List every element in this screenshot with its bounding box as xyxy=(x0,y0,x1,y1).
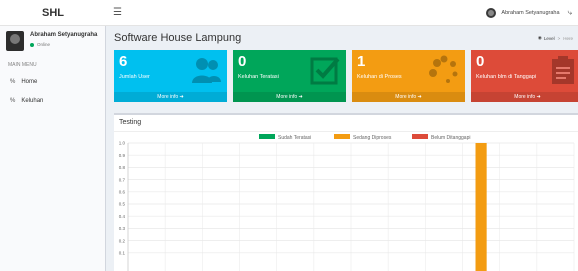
y-tick-label: 0.8 xyxy=(119,165,126,170)
sidebar-item-label: Home xyxy=(21,78,38,85)
legend-label: Sedang Diproses xyxy=(353,135,392,141)
main-content: Software House Lampung ◉ Level > Here 6 … xyxy=(106,26,578,271)
y-tick-label: 1.0 xyxy=(119,141,126,146)
legend-label: Sudah Teratasi xyxy=(278,135,311,141)
chart-box: Testing Sudah Teratasi Sedang Diproses Bel… xyxy=(114,113,578,271)
y-tick-label: 0.7 xyxy=(119,177,126,182)
app-logo[interactable]: SHL xyxy=(0,0,106,26)
more-info-link[interactable]: More info ➜ xyxy=(352,92,465,102)
stat-box-users: 6 Jumlah User More info ➜ xyxy=(114,50,227,102)
arrow-circle-right-icon: ➜ xyxy=(417,94,422,100)
share-icon[interactable]: ⤷ xyxy=(568,8,572,18)
legend-swatch xyxy=(412,134,428,139)
avatar xyxy=(6,31,24,51)
more-info-link[interactable]: More info ➜ xyxy=(471,92,578,102)
y-tick-label: 0.2 xyxy=(119,238,126,243)
users-icon xyxy=(192,58,221,83)
sidebar-item-home[interactable]: % Home xyxy=(0,72,105,91)
stat-value: 0 xyxy=(238,53,247,70)
y-tick-label: 0.4 xyxy=(119,214,126,219)
user-name: Abraham Setyanugraha xyxy=(501,9,560,16)
stat-boxes: 6 Jumlah User More info ➜ 0 Keluhan Tera… xyxy=(114,50,578,105)
arrow-circle-right-icon: ➜ xyxy=(298,94,303,100)
stat-label: Keluhan di Proses xyxy=(357,74,402,80)
more-info-link[interactable]: More info ➜ xyxy=(114,92,227,102)
stat-label: Keluhan blm di Tanggapi xyxy=(476,74,537,80)
status-dot-icon xyxy=(30,42,34,47)
stat-box-unanswered: 0 Keluhan blm di Tanggapi More info ➜ xyxy=(471,50,578,102)
y-tick-label: 0.5 xyxy=(119,202,126,207)
stat-value: 1 xyxy=(357,53,366,70)
y-tick-label: 0.6 xyxy=(119,190,126,195)
breadcrumb: ◉ Level > Here xyxy=(537,35,573,41)
sidebar: Abraham Setyanugraha Online MAIN MENU % H… xyxy=(0,26,106,271)
arrow-circle-right-icon: ➜ xyxy=(179,94,184,100)
legend-swatch xyxy=(259,134,275,139)
arrow-circle-right-icon: ➜ xyxy=(536,94,541,100)
stat-box-resolved: 0 Keluhan Teratasi More info ➜ xyxy=(233,50,346,102)
online-status: Online xyxy=(30,42,97,47)
y-tick-label: 0.3 xyxy=(119,226,126,231)
page-title: Software House Lampung xyxy=(114,32,242,44)
status-text: Online xyxy=(37,42,51,47)
stat-box-processing: 1 Keluhan di Proses More info ➜ xyxy=(352,50,465,102)
link-icon: % xyxy=(10,78,16,85)
user-menu[interactable]: Abraham Setyanugraha xyxy=(486,7,560,18)
spinner-icon xyxy=(429,55,458,83)
link-icon: % xyxy=(10,97,16,104)
legend-swatch xyxy=(334,134,350,139)
user-panel: Abraham Setyanugraha Online xyxy=(0,26,105,58)
y-tick-label: 0.9 xyxy=(119,153,126,158)
bar xyxy=(475,143,487,271)
stat-value: 6 xyxy=(119,53,128,70)
more-info-link[interactable]: More info ➜ xyxy=(233,92,346,102)
bar-chart: Sudah Teratasi Sedang Diproses Belum Ditan… xyxy=(119,134,575,271)
hamburger-icon[interactable]: ☰ xyxy=(113,7,129,18)
chart-box-title: Testing xyxy=(119,119,142,126)
dashboard-icon: ◉ xyxy=(537,35,542,40)
legend-label: Belum Ditanggapi xyxy=(431,135,470,141)
sidebar-item-label: Keluhan xyxy=(21,97,44,104)
stat-label: Keluhan Teratasi xyxy=(238,74,279,80)
breadcrumb-current: Here xyxy=(563,35,573,41)
clipboard-icon xyxy=(552,56,574,84)
stat-label: Jumlah User xyxy=(119,74,150,80)
stat-value: 0 xyxy=(476,53,485,70)
y-tick-label: 0.1 xyxy=(119,251,126,256)
menu-header: MAIN MENU xyxy=(8,62,37,68)
sidebar-item-keluhan[interactable]: % Keluhan xyxy=(0,91,105,110)
top-navbar: ☰ Abraham Setyanugraha ⤷ xyxy=(106,0,578,26)
sidebar-user-name: Abraham Setyanugraha xyxy=(30,32,98,38)
breadcrumb-item[interactable]: Level xyxy=(544,36,555,41)
avatar xyxy=(486,7,497,18)
check-square-icon xyxy=(310,57,340,85)
